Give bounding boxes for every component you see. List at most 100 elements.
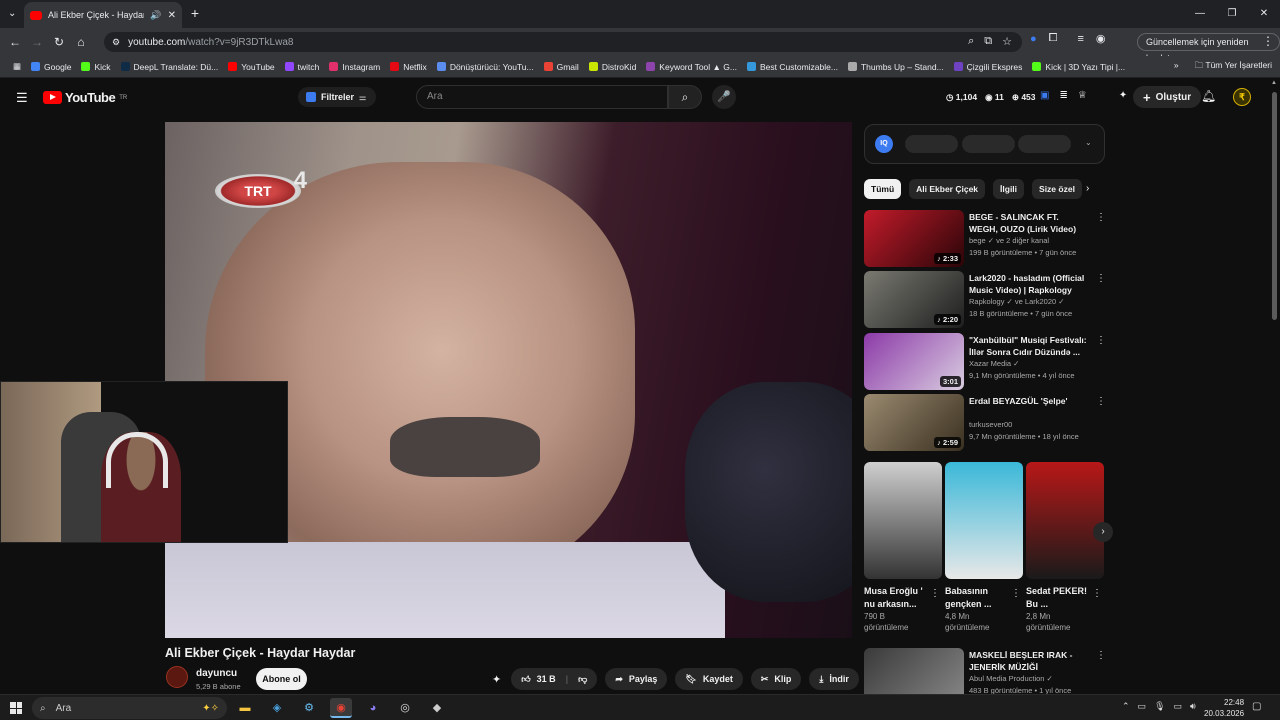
steam-icon[interactable]: ⚙ [298, 698, 320, 718]
iq-logo[interactable]: IQ [875, 135, 893, 153]
filter-button[interactable]: Filtreler ⚌ [298, 87, 377, 107]
bookmark-item[interactable]: Thumbs Up – Stand... [843, 62, 949, 72]
menu-icon[interactable]: ☰ [16, 90, 28, 106]
video-thumbnail[interactable]: ♪ 2:33 [864, 210, 964, 267]
forward-button[interactable]: → [26, 35, 48, 49]
windows-start-icon[interactable] [10, 702, 22, 714]
bookmark-item[interactable]: twitch [280, 62, 325, 72]
recommendation-item[interactable]: 3:01 "Xanbülbül" Musiqi Festivalı: İllər … [864, 333, 1106, 391]
app-icon[interactable]: ◈ [266, 698, 288, 718]
sparkle-icon[interactable]: ✦ [1119, 90, 1127, 101]
rec-menu-icon[interactable]: ⋮ [1096, 396, 1106, 407]
profile-icon[interactable]: ◉ [1096, 32, 1106, 45]
discord-icon[interactable]: ◕ [362, 698, 384, 718]
notification-icon[interactable]: ▢ [1252, 701, 1261, 712]
rec-menu-icon[interactable]: ⋮ [1096, 335, 1106, 346]
close-window-button[interactable]: ✕ [1248, 0, 1280, 28]
rec-title[interactable]: "Xanbülbül" Musiqi Festivalı: İllər Sonr… [969, 334, 1089, 358]
address-bar[interactable]: ⚙ youtube.com/watch?v=9jR3DTkLwa8 ⌕ ⧉ ☆ [104, 32, 1022, 52]
rec-title[interactable]: BEGE - SALINCAK FT. WEGH, OUZO (Lirik Vi… [969, 211, 1089, 235]
extension-action-icon[interactable]: ✦ [490, 673, 503, 686]
back-button[interactable]: ← [4, 35, 26, 49]
trophy-icon[interactable]: ♕ [1078, 90, 1087, 101]
scroll-up-icon[interactable]: ▲ [1271, 80, 1277, 86]
bookmark-item[interactable]: YouTube [223, 62, 279, 72]
video-thumbnail[interactable]: ♪ 2:59 [864, 394, 964, 451]
media-icon[interactable]: ≡ [1077, 33, 1083, 45]
speaker-icon[interactable]: 🔊 [150, 10, 161, 21]
share-button[interactable]: ➦ Paylaş [605, 668, 668, 690]
rec-menu-icon[interactable]: ⋮ [1096, 212, 1106, 223]
tab-youtube[interactable]: Ali Ekber Çiçek - Haydar Ha 🔊 ✕ [24, 2, 182, 28]
list-icon[interactable]: ≣ [1059, 90, 1067, 101]
update-button[interactable]: Güncellemek için yeniden başlat [1137, 33, 1280, 63]
bookmark-item[interactable]: Kick | 3D Yazı Tipi |... [1027, 62, 1130, 72]
scrollbar-thumb[interactable] [1272, 92, 1277, 320]
site-info-icon[interactable]: ⚙ [112, 37, 120, 48]
filter-chip[interactable]: İlgili [993, 179, 1025, 199]
bookmark-item[interactable]: Best Customizable... [742, 62, 843, 72]
bookmark-item[interactable]: DeepL Translate: Dü... [116, 62, 224, 72]
rec-channel[interactable]: turkusever00 [969, 420, 1012, 429]
clock[interactable]: 22:48 20.03.2026 [1204, 697, 1244, 719]
short-item[interactable]: Musa Eroğlu ' nu arkasın... 790 B görüntü… [864, 462, 942, 633]
channel-name[interactable]: dayuncu [196, 668, 237, 679]
network-icon[interactable]: ▭ [1174, 701, 1183, 712]
bookmark-item[interactable]: Çizgili Ekspres [949, 62, 1028, 72]
bookmark-item[interactable]: Kick [76, 62, 115, 72]
recommendation-item[interactable]: ♪ 2:33 BEGE - SALINCAK FT. WEGH, OUZO (Li… [864, 210, 1106, 268]
create-button[interactable]: + Oluştur [1133, 86, 1202, 108]
video-thumbnail[interactable]: 3:01 [864, 333, 964, 390]
rec-channel[interactable]: Abul Media Production ✓ [969, 674, 1053, 683]
account-avatar[interactable]: ₹ [1233, 88, 1251, 106]
short-thumbnail[interactable] [864, 462, 942, 579]
filter-chip[interactable]: Size özel [1032, 179, 1082, 199]
short-title[interactable]: Musa Eroğlu ' nu arkasın... [864, 585, 930, 611]
rec-menu-icon[interactable]: ⋮ [1096, 650, 1106, 661]
short-title[interactable]: Babasının gençken ... [945, 585, 1011, 611]
recommendation-item[interactable]: ♪ 2:59 Erdal BEYAZGÜL 'Şelpe' turkusever00… [864, 394, 1106, 452]
chevron-down-icon[interactable]: ⌄ [1085, 138, 1092, 147]
extension-icon[interactable]: ● [1030, 33, 1037, 45]
channel-avatar[interactable] [166, 666, 188, 688]
chrome-icon[interactable]: ◉ [330, 698, 352, 718]
bookmark-star-icon[interactable]: ☆ [1002, 35, 1012, 48]
rec-title[interactable]: Lark2020 - hasladım (Official Music Vide… [969, 272, 1089, 296]
new-tab-button[interactable]: + [188, 6, 202, 20]
notifications-bell-icon[interactable]: 🔔︎ [1201, 89, 1216, 103]
bookmark-item[interactable]: DistroKid [584, 62, 641, 72]
filter-chip[interactable]: Tümü [864, 179, 902, 199]
short-item[interactable]: Babasının gençken ... 4,8 Mn görüntüleme ⋮ [945, 462, 1023, 633]
thumbs-down-icon[interactable]: 👎︎ [578, 674, 587, 685]
short-thumbnail[interactable] [1026, 462, 1104, 579]
save-button[interactable]: 🔖︎ Kaydet [675, 668, 743, 690]
close-tab-icon[interactable]: ✕ [168, 10, 176, 21]
file-explorer-icon[interactable]: ▬ [234, 698, 256, 718]
rec-menu-icon[interactable]: ⋮ [1096, 273, 1106, 284]
bookmark-item[interactable]: Instagram [324, 62, 385, 72]
short-menu-icon[interactable]: ⋮ [1011, 588, 1021, 599]
install-icon[interactable]: ⧉ [984, 35, 992, 48]
puzzle-icon[interactable]: ⧠ [1049, 32, 1058, 45]
voice-search-button[interactable]: 🎤 [712, 85, 736, 109]
short-menu-icon[interactable]: ⋮ [930, 588, 940, 599]
zoom-icon[interactable]: ⌕ [968, 35, 974, 48]
minimize-button[interactable]: — [1184, 0, 1216, 28]
obs-icon[interactable]: ◎ [394, 698, 416, 718]
bookmark-item[interactable]: Google [26, 62, 76, 72]
video-player[interactable]: TRT 4 [165, 122, 852, 638]
rec-title[interactable]: MASKELİ BEŞLER IRAK - JENERİK MÜZİĞİ [969, 649, 1089, 673]
bookmark-item[interactable]: Gmail [539, 62, 584, 72]
more-bookmarks-icon[interactable]: » [1174, 60, 1179, 74]
bookmark-item[interactable]: Netflix [385, 62, 432, 72]
like-button[interactable]: 👍︎ 31 B | 👎︎ [511, 668, 598, 690]
volume-icon[interactable]: 🔊︎ [1190, 701, 1196, 712]
bookmark-item[interactable]: Keyword Tool ▲ G... [641, 62, 742, 72]
iq-pill[interactable] [962, 135, 1015, 153]
rec-title[interactable]: Erdal BEYAZGÜL 'Şelpe' [969, 395, 1089, 407]
tray-app-icon[interactable]: ▭ [1138, 701, 1147, 712]
rec-channel[interactable]: bege ✓ ve 2 diğer kanal [969, 236, 1049, 245]
youtube-logo[interactable]: YouTube TR [43, 90, 127, 105]
restore-button[interactable]: ❐ [1216, 0, 1248, 28]
download-button[interactable]: ⤓ İndir [809, 668, 859, 690]
